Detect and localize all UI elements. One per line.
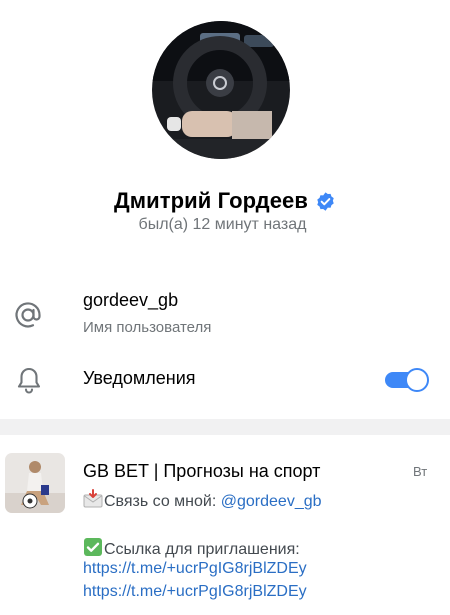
profile-name: Дмитрий Гордеев <box>113 188 308 213</box>
invite-link-2[interactable]: https://t.me/+ucrPgIG8rjBlZDEy <box>83 583 307 600</box>
notifications-toggle[interactable] <box>385 367 429 393</box>
toggle-knob <box>405 368 429 392</box>
last-seen-status: был(а) 12 минут назад <box>138 216 307 233</box>
section-divider <box>0 419 450 435</box>
invite-link-1[interactable]: https://t.me/+ucrPgIG8rjBlZDEy <box>83 560 307 577</box>
profile-name-row: Дмитрий Гордеев <box>0 186 450 216</box>
bell-icon <box>16 366 42 394</box>
chat-time: Вт <box>413 464 428 479</box>
profile-avatar[interactable] <box>152 21 290 159</box>
username-value[interactable]: gordeev_gb <box>83 290 178 311</box>
contact-text: Связь со мной: <box>104 493 221 510</box>
invite-link-2-line: https://t.me/+ucrPgIG8rjBlZDEy <box>83 583 307 601</box>
check-mark-emoji-icon <box>83 537 103 557</box>
username-label: Имя пользователя <box>83 319 212 336</box>
invite-text: Ссылка для приглашения: <box>104 541 300 558</box>
message-invite-line: Ссылка для приглашения: <box>83 537 300 559</box>
notifications-label: Уведомления <box>83 368 196 388</box>
chat-avatar[interactable] <box>5 453 65 513</box>
verified-badge-icon <box>315 191 336 212</box>
invite-link-1-line: https://t.me/+ucrPgIG8rjBlZDEy <box>83 560 307 578</box>
message-contact-line: Связь со мной: @gordeev_gb <box>83 489 322 511</box>
chat-title[interactable]: GB BET | Прогнозы на спорт <box>83 461 320 482</box>
contact-link[interactable]: @gordeev_gb <box>221 493 322 510</box>
envelope-emoji-icon <box>83 489 103 509</box>
at-sign-icon <box>13 300 43 330</box>
